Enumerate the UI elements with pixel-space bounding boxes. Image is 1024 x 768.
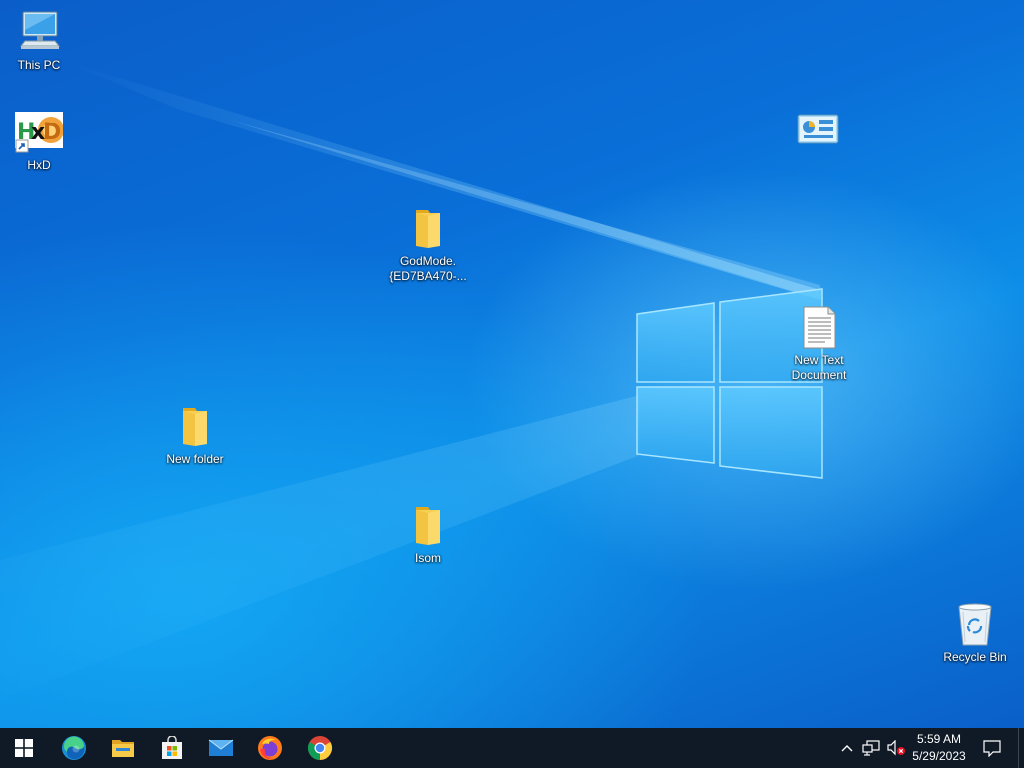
desktop-icon-isom-folder[interactable]: Isom [386, 501, 470, 566]
desktop-icon-label: New folder [166, 452, 224, 466]
hxd-app-icon: H x D [15, 108, 64, 156]
desktop-icon-new-text-document[interactable]: New Text Document [777, 303, 861, 383]
taskbar-clock[interactable]: 5:59 AM 5/29/2023 [906, 730, 972, 766]
desktop-icon-label: New Text Document [791, 353, 847, 382]
taskbar-file-explorer-button[interactable] [99, 728, 147, 768]
desktop-icon-label: Recycle Bin [943, 650, 1007, 664]
action-center-button[interactable] [978, 728, 1006, 768]
folder-icon [404, 204, 452, 252]
windows-start-icon [15, 739, 33, 757]
wallpaper-windows-logo [636, 288, 823, 479]
recycle-bin-icon [951, 600, 999, 648]
taskbar: 5:59 AM 5/29/2023 [0, 728, 1024, 768]
desktop-icon-recycle-bin[interactable]: Recycle Bin [933, 600, 1017, 665]
taskbar-edge-button[interactable] [50, 728, 98, 768]
chrome-icon [307, 736, 333, 760]
text-document-icon [795, 303, 843, 351]
desktop[interactable]: This PC H x D HxD GodMode. {ED7BA470-...… [0, 0, 1024, 728]
taskbar-chrome-button[interactable] [296, 728, 344, 768]
desktop-icon-label: HxD [27, 158, 51, 172]
control-panel-icon [794, 106, 842, 154]
desktop-icon-label: This PC [17, 58, 61, 72]
clock-date: 5/29/2023 [912, 749, 966, 763]
taskbar-store-button[interactable] [148, 728, 196, 768]
desktop-icon-new-folder[interactable]: New folder [153, 402, 237, 467]
desktop-icon-this-pc[interactable]: This PC [0, 8, 81, 73]
desktop-icon-control-panel[interactable] [776, 106, 860, 156]
volume-button[interactable] [884, 728, 908, 768]
desktop-icon-label: GodMode. {ED7BA470-... [389, 254, 467, 283]
desktop-icon-label: Isom [414, 551, 441, 565]
desktop-icon-godmode-folder[interactable]: GodMode. {ED7BA470-... [386, 204, 470, 284]
file-explorer-icon [112, 740, 134, 757]
show-desktop-button[interactable] [1018, 728, 1024, 768]
store-icon [162, 736, 182, 759]
folder-icon [171, 402, 219, 450]
taskbar-firefox-button[interactable] [246, 728, 294, 768]
taskbar-mail-button[interactable] [197, 728, 245, 768]
network-button[interactable] [859, 728, 883, 768]
tray-overflow-button[interactable] [836, 728, 858, 768]
firefox-icon [258, 736, 282, 760]
start-button[interactable] [0, 728, 48, 768]
network-icon [862, 740, 880, 756]
notifications-icon [983, 739, 1001, 757]
volume-muted-icon [887, 740, 905, 756]
chevron-up-icon [841, 745, 853, 752]
folder-icon [404, 501, 452, 549]
clock-time: 5:59 AM [916, 732, 962, 746]
edge-icon [62, 736, 86, 760]
mail-icon [208, 739, 234, 756]
computer-icon [15, 8, 63, 56]
svg-text:D: D [43, 120, 61, 145]
desktop-icon-hxd[interactable]: H x D HxD [0, 108, 81, 173]
